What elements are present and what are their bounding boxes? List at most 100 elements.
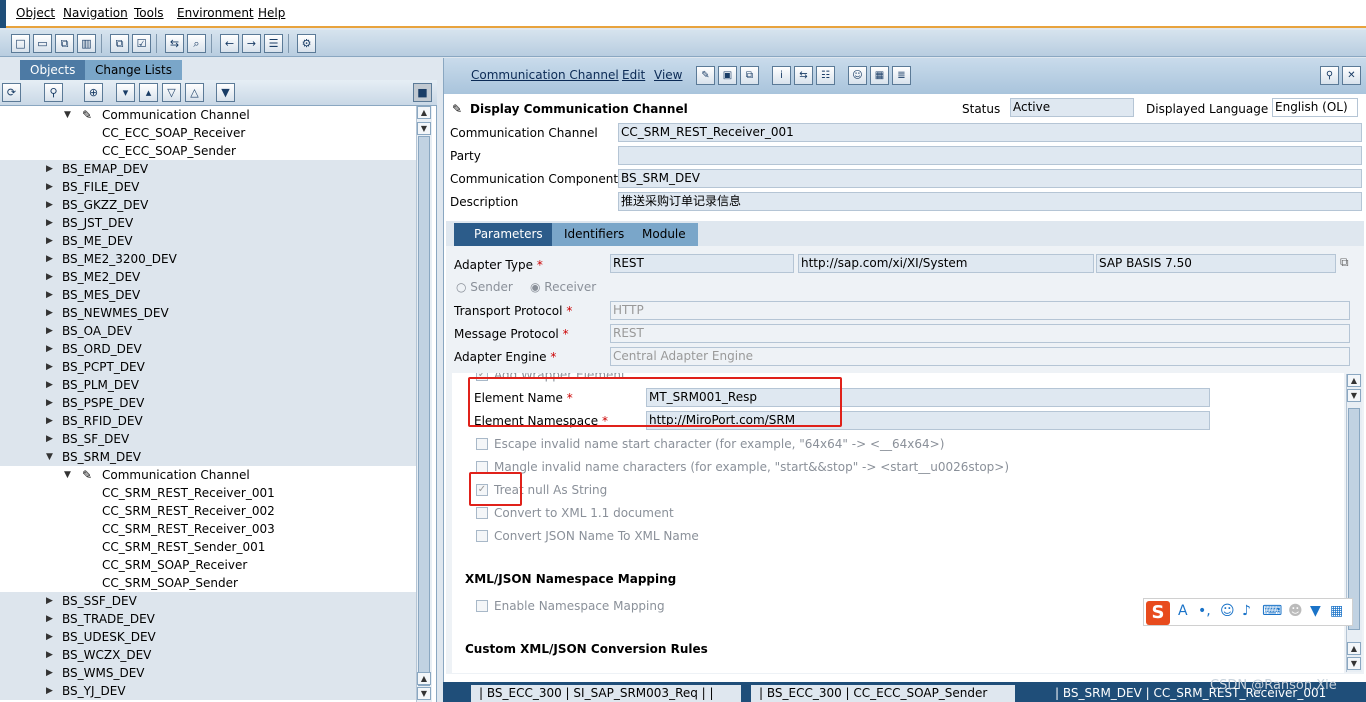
tree-row[interactable]: ▼ BS_SRM_DEV [0, 448, 416, 466]
expand-arrow-icon[interactable]: ▶ [46, 232, 53, 250]
language-select[interactable]: English (OL) [1272, 98, 1358, 117]
expand-arrow-icon[interactable]: ▶ [46, 592, 53, 610]
font-icon[interactable]: A [1178, 603, 1188, 619]
settings-icon[interactable]: ⚙ [297, 34, 316, 53]
expand-arrow-icon[interactable]: ▶ [46, 196, 53, 214]
tree-row[interactable]: ▶ BS_RFID_DEV [0, 412, 416, 430]
expand-icon[interactable]: ▾ [116, 83, 135, 102]
expand-arrow-icon[interactable]: ▶ [46, 160, 53, 178]
where-used-icon[interactable]: ⇆ [165, 34, 184, 53]
engine-select[interactable]: Central Adapter Engine [610, 347, 1350, 366]
expand-arrow-icon[interactable]: ▶ [46, 664, 53, 682]
user-icon[interactable]: ☻ [1288, 603, 1303, 619]
tree-row[interactable]: ▶ BS_YJ_DEV [0, 682, 416, 700]
expand-arrow-icon[interactable]: ▶ [46, 322, 53, 340]
menu-edit[interactable]: Edit [622, 68, 645, 82]
delete-icon[interactable]: ▥ [77, 34, 96, 53]
scroll-down-icon[interactable]: ▼ [417, 687, 431, 700]
up-icon[interactable]: △ [185, 83, 204, 102]
maximize-icon[interactable]: ■ [413, 83, 432, 102]
scroll-up-icon[interactable]: ▲ [417, 106, 431, 119]
tree-row[interactable]: CC_SRM_REST_Receiver_001 [0, 484, 416, 502]
tree-row[interactable]: ▶ BS_ME2_DEV [0, 268, 416, 286]
expand-arrow-icon[interactable]: ▶ [46, 412, 53, 430]
user-icon[interactable]: ☺ [848, 66, 867, 85]
transport-select[interactable]: HTTP [610, 301, 1350, 320]
expand-arrow-icon[interactable]: ▶ [46, 340, 53, 358]
pin-icon[interactable]: ⚲ [1320, 66, 1339, 85]
tree-scrollbar[interactable]: ▲ ▼ ▲ ▼ [416, 106, 432, 702]
convert-json-checkbox[interactable] [476, 530, 488, 542]
tree-row[interactable]: ▶ BS_GKZZ_DEV [0, 196, 416, 214]
collapse-arrow-icon[interactable]: ▼ [46, 448, 53, 466]
search-icon[interactable]: ⌕ [187, 34, 206, 53]
tree-row[interactable]: ▶ BS_MES_DEV [0, 286, 416, 304]
expand-arrow-icon[interactable]: ▶ [46, 358, 53, 376]
forward-icon[interactable]: → [242, 34, 261, 53]
expand-arrow-icon[interactable]: ▶ [46, 250, 53, 268]
expand-arrow-icon[interactable]: ▶ [46, 214, 53, 232]
refresh-icon[interactable]: ⟳ [2, 83, 21, 102]
tree-row[interactable]: ▶ BS_EMAP_DEV [0, 160, 416, 178]
receiver-radio[interactable]: ◉ Receiver [530, 280, 596, 294]
tab-module[interactable]: Module [630, 223, 698, 246]
edit-icon[interactable]: ✎ [696, 66, 715, 85]
scroll-up-icon[interactable]: ▲ [1347, 374, 1361, 387]
back-icon[interactable]: ← [220, 34, 239, 53]
tree-row[interactable]: ▶ BS_SSF_DEV [0, 592, 416, 610]
expand-arrow-icon[interactable]: ▶ [46, 286, 53, 304]
tree-row[interactable]: ▶ BS_WMS_DEV [0, 664, 416, 682]
expand-arrow-icon[interactable]: ▶ [46, 178, 53, 196]
bottom-tab-2[interactable]: | BS_ECC_300 | CC_ECC_SOAP_Sender [751, 685, 1015, 702]
sogou-icon[interactable]: S [1146, 601, 1170, 625]
copy-icon[interactable]: ⧉ [740, 66, 759, 85]
mic-icon[interactable]: ♪ [1242, 603, 1251, 619]
check-icon[interactable]: ☑ [132, 34, 151, 53]
expand-arrow-icon[interactable]: ▶ [46, 268, 53, 286]
scroll-up-icon[interactable]: ▲ [1347, 642, 1361, 655]
tab-identifiers[interactable]: Identifiers [552, 223, 637, 246]
tree-row[interactable]: ▶ BS_PCPT_DEV [0, 358, 416, 376]
info-icon[interactable]: i [772, 66, 791, 85]
tree-row[interactable]: CC_SRM_REST_Receiver_002 [0, 502, 416, 520]
tree-row[interactable]: CC_SRM_SOAP_Sender [0, 574, 416, 592]
skin-icon[interactable]: ▼ [1310, 603, 1321, 619]
expand-arrow-icon[interactable]: ▶ [46, 376, 53, 394]
save-icon[interactable]: ▣ [718, 66, 737, 85]
tree-row[interactable]: ▶ BS_OA_DEV [0, 322, 416, 340]
tree-row[interactable]: ▶ BS_FILE_DEV [0, 178, 416, 196]
expand-arrow-icon[interactable]: ▶ [46, 646, 53, 664]
tree-row[interactable]: ▶ BS_UDESK_DEV [0, 628, 416, 646]
tree-row[interactable]: ▶ BS_ME2_3200_DEV [0, 250, 416, 268]
tree-row[interactable]: ▶ BS_TRADE_DEV [0, 610, 416, 628]
grid-icon[interactable]: ▦ [870, 66, 889, 85]
expand-arrow-icon[interactable]: ▶ [46, 628, 53, 646]
scroll-thumb[interactable] [1348, 408, 1360, 630]
escape-checkbox[interactable] [476, 438, 488, 450]
scroll-down-icon[interactable]: ▼ [1347, 657, 1361, 670]
new-icon[interactable]: □ [11, 34, 30, 53]
menu-tools[interactable]: Tools [134, 6, 164, 20]
params-scrollbar[interactable]: ▲ ▼ ▲ ▼ [1346, 374, 1362, 672]
tree-row[interactable]: ▶ BS_NEWMES_DEV [0, 304, 416, 322]
emoji-icon[interactable]: ☺ [1220, 603, 1235, 619]
sort-icon[interactable]: ▼ [216, 83, 235, 102]
sender-radio[interactable]: ○ Sender [456, 280, 513, 294]
tree-row[interactable]: ▶ BS_WCZX_DEV [0, 646, 416, 664]
tree-row[interactable]: ▶ BS_JST_DEV [0, 214, 416, 232]
keyboard-icon[interactable]: ⌨ [1262, 603, 1282, 619]
down-icon[interactable]: ▽ [162, 83, 181, 102]
message-select[interactable]: REST [610, 324, 1350, 343]
scroll-down-icon[interactable]: ▼ [417, 122, 431, 135]
tree-row[interactable]: CC_ECC_SOAP_Sender [0, 142, 416, 160]
tree-row[interactable]: ▼ ✎ Communication Channel [0, 466, 416, 484]
expand-arrow-icon[interactable]: ▶ [46, 682, 53, 700]
tree-row[interactable]: CC_SRM_SOAP_Receiver [0, 556, 416, 574]
tree-row[interactable]: CC_SRM_REST_Receiver_003 [0, 520, 416, 538]
scroll-down-icon[interactable]: ▼ [1347, 389, 1361, 402]
binoculars-icon[interactable]: ⊕ [84, 83, 103, 102]
menu-view[interactable]: View [654, 68, 682, 82]
expand-arrow-icon[interactable]: ▶ [46, 610, 53, 628]
tree-row[interactable]: ▶ BS_SF_DEV [0, 430, 416, 448]
menu-environment[interactable]: Environment [177, 6, 254, 20]
